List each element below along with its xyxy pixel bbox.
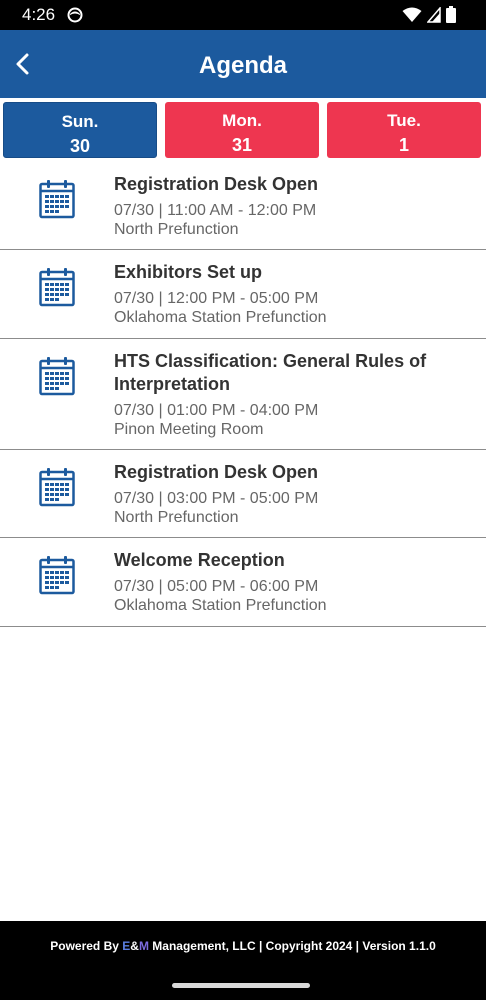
agenda-item-time: 07/30 | 05:00 PM - 06:00 PM (114, 578, 319, 595)
agenda-item-time: 07/30 | 12:00 PM - 05:00 PM (114, 290, 319, 307)
page-title: Agenda (198, 52, 287, 79)
agenda-item-location: Pinon Meeting Room (114, 421, 264, 438)
tab-day-name: Mon. (222, 111, 262, 130)
agenda-item-location: Oklahoma Station Prefunction (114, 309, 327, 326)
agenda-item-title: Welcome Reception (114, 550, 285, 570)
agenda-item-text: Exhibitors Set up 07/30 | 12:00 PM - 05:… (114, 261, 466, 327)
agenda-item[interactable]: Exhibitors Set up 07/30 | 12:00 PM - 05:… (0, 250, 486, 339)
footer-credits: Powered By E&M Management, LLC | Copyrig… (0, 938, 486, 954)
tab-monday[interactable]: Mon. 31 (165, 102, 319, 158)
face-status-icon (67, 7, 83, 23)
calendar-icon (39, 268, 75, 307)
calendar-icon (39, 556, 75, 595)
agenda-item-text: Registration Desk Open 07/30 | 03:00 PM … (114, 461, 466, 527)
agenda-item[interactable]: Welcome Reception 07/30 | 05:00 PM - 06:… (0, 538, 486, 627)
status-time: 4:26 (22, 5, 56, 24)
agenda-item-text: HTS Classification: General Rules of Int… (114, 350, 466, 439)
agenda-item[interactable]: Registration Desk Open 07/30 | 11:00 AM … (0, 162, 486, 250)
agenda-item-text: Registration Desk Open 07/30 | 11:00 AM … (114, 173, 466, 239)
footer-suffix: Management, LLC | Copyright 2024 | Versi… (148, 939, 436, 953)
wifi-icon (402, 7, 422, 22)
calendar-icon (39, 357, 75, 396)
calendar-icon (39, 468, 75, 507)
tab-tuesday[interactable]: Tue. 1 (327, 102, 481, 158)
status-icons (402, 6, 456, 23)
tab-day-date: 31 (231, 135, 253, 155)
agenda-item-time: 07/30 | 03:00 PM - 05:00 PM (114, 490, 319, 507)
agenda-item-time: 07/30 | 01:00 PM - 04:00 PM (114, 402, 319, 419)
home-indicator[interactable] (172, 983, 310, 988)
tab-day-date: 1 (398, 135, 409, 155)
agenda-item-title: Registration Desk Open (114, 174, 319, 194)
footer-prefix: Powered By (50, 939, 123, 953)
agenda-item[interactable]: HTS Classification: General Rules of Int… (0, 339, 486, 450)
agenda-item-title: HTS Classification: General Rules of Int… (114, 351, 427, 394)
footer: Powered By E&M Management, LLC | Copyrig… (0, 921, 486, 1000)
agenda-item-time: 07/30 | 11:00 AM - 12:00 PM (114, 202, 317, 219)
agenda-item-text: Welcome Reception 07/30 | 05:00 PM - 06:… (114, 549, 466, 615)
tab-day-name: Tue. (387, 111, 421, 130)
footer-brand-amp: & (130, 939, 139, 953)
agenda-item[interactable]: Registration Desk Open 07/30 | 03:00 PM … (0, 450, 486, 538)
agenda-item-location: North Prefunction (114, 221, 239, 238)
agenda-item-title: Registration Desk Open (114, 462, 319, 482)
app-header: Agenda (0, 30, 486, 98)
battery-icon (446, 6, 456, 23)
agenda-item-title: Exhibitors Set up (114, 262, 263, 282)
cellular-signal-icon (427, 6, 441, 23)
agenda-item-location: North Prefunction (114, 509, 239, 526)
agenda-item-location: Oklahoma Station Prefunction (114, 597, 327, 614)
calendar-icon (39, 180, 75, 219)
day-tabs: Sun. 30 Mon. 31 Tue. 1 (0, 98, 486, 162)
footer-brand-m: M (138, 939, 149, 953)
status-bar: 4:26 (0, 0, 486, 30)
agenda-list: Registration Desk Open 07/30 | 11:00 AM … (0, 162, 486, 627)
tab-day-name: Sun. (61, 112, 99, 131)
tab-day-date: 30 (69, 136, 91, 156)
tab-sunday[interactable]: Sun. 30 (3, 102, 157, 158)
